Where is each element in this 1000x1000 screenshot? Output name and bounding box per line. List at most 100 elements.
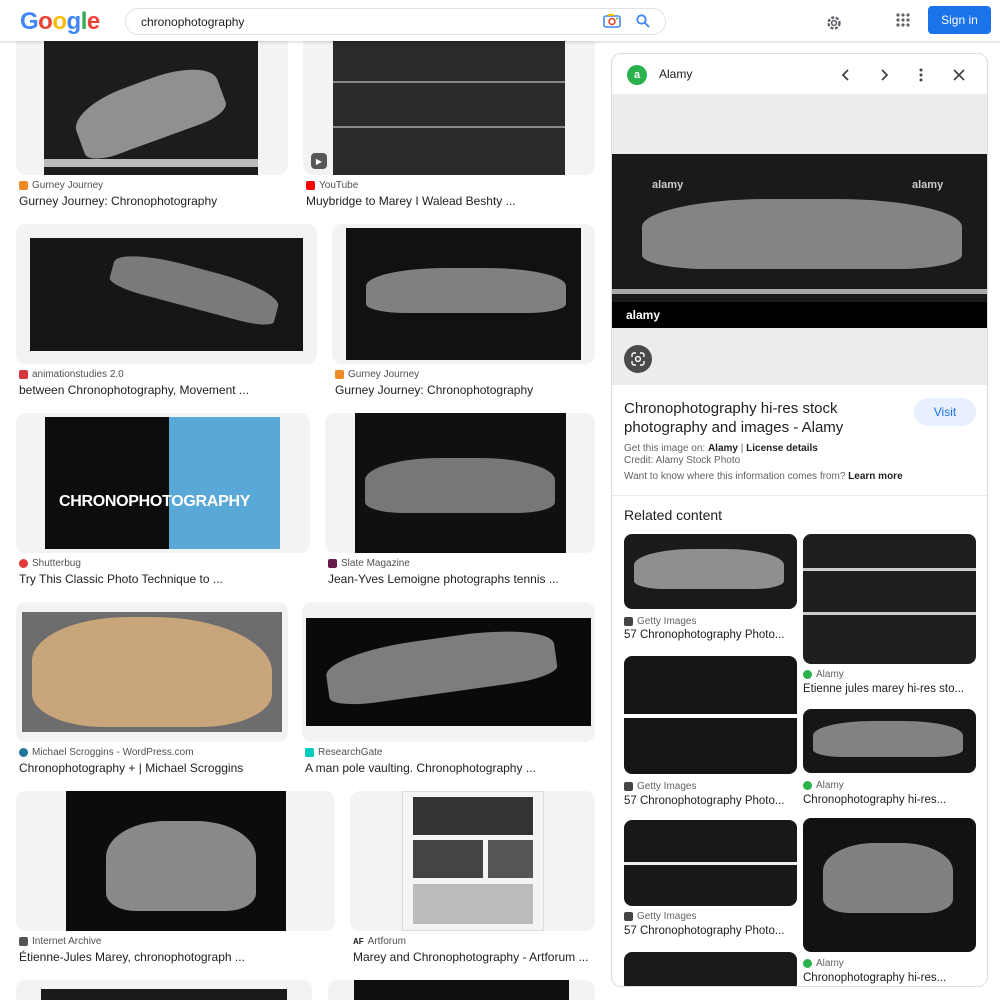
panel-site-name[interactable]: Alamy [659,67,692,81]
related-thumbnail[interactable] [803,709,976,773]
result-thumbnail[interactable] [16,224,317,364]
result-source[interactable]: Slate Magazine [328,558,410,569]
result-title[interactable]: Étienne-Jules Marey, chronophotograph ..… [19,950,245,964]
related-content-heading: Related content [624,507,723,523]
apps-grid-icon[interactable] [893,10,913,30]
related-item[interactable]: Getty Images 57 Chronophotography Photo.… [624,820,797,940]
result-card[interactable]: Michael Scroggins - WordPress.com Chrono… [16,602,288,777]
related-source: Getty Images [624,616,696,627]
related-thumbnail[interactable] [803,818,976,952]
result-card[interactable]: Gurney Journey Gurney Journey: Chronopho… [16,41,288,216]
related-source: Alamy [803,958,844,969]
result-title[interactable]: A man pole vaulting. Chronophotography .… [305,761,536,775]
visit-button[interactable]: Visit [914,398,976,426]
image-strip [413,884,533,924]
image-results-grid: Gurney Journey Gurney Journey: Chronopho… [0,41,600,1000]
result-thumbnail[interactable] [16,980,312,1000]
related-title[interactable]: Chronophotography hi-res... [803,794,976,806]
related-item[interactable]: Getty Images 57 Chronophotography Photo.… [624,656,797,807]
source-favicon-icon [335,370,344,379]
source-label: YouTube [319,180,359,191]
result-source[interactable]: Gurney Journey [335,369,419,380]
result-source[interactable]: YouTube [306,180,358,191]
image-figure [642,199,962,269]
result-thumbnail[interactable] [302,602,595,742]
search-input[interactable] [141,12,581,32]
more-options-icon[interactable] [910,64,932,86]
result-source[interactable]: animationstudies 2.0 [19,369,124,380]
result-image [306,618,591,726]
learn-more-link[interactable]: Learn more [848,471,902,482]
related-source: Getty Images [624,781,696,792]
result-card[interactable] [16,980,312,1000]
result-thumbnail[interactable]: ▶ [303,41,595,175]
result-source[interactable]: Internet Archive [19,936,101,947]
related-thumbnail[interactable] [624,656,797,774]
result-title[interactable]: Gurney Journey: Chronophotography [19,194,217,208]
result-thumbnail[interactable] [16,791,335,931]
related-item[interactable]: Alamy Chronophotography hi-res... [803,818,976,986]
lens-search-icon[interactable] [624,345,652,373]
related-thumbnail[interactable] [624,534,797,609]
previous-icon[interactable] [835,64,857,86]
get-image-site-link[interactable]: Alamy [708,443,738,454]
preview-image-area[interactable]: alamy alamy alamy [612,94,987,385]
close-icon[interactable] [948,64,970,86]
result-title[interactable]: Marey and Chronophotography - Artforum .… [353,950,588,964]
google-logo[interactable]: Google [20,8,100,36]
camera-search-icon[interactable] [602,11,622,31]
result-source[interactable]: Gurney Journey [19,180,103,191]
related-item[interactable]: Getty Images 57 Chronophotography Photo.… [624,534,797,644]
related-item[interactable]: Alamy Etienne jules marey hi-res sto... [803,534,976,699]
related-title[interactable]: 57 Chronophotography Photo... [624,629,797,641]
related-thumbnail[interactable] [624,952,797,986]
video-play-icon[interactable]: ▶ [311,153,327,169]
related-thumbnail[interactable] [624,820,797,906]
source-label: Shutterbug [32,558,81,569]
result-title[interactable]: Chronophotography + | Michael Scroggins [19,761,243,775]
result-source[interactable]: Shutterbug [19,558,81,569]
related-thumbnail[interactable] [803,534,976,664]
related-item[interactable]: Alamy Chronophotography hi-res... [803,709,976,809]
result-title[interactable]: Jean-Yves Lemoigne photographs tennis ..… [328,572,559,586]
related-title[interactable]: Chronophotography hi-res... [803,972,976,984]
result-thumbnail[interactable] [16,602,288,742]
related-title[interactable]: 57 Chronophotography Photo... [624,925,797,937]
result-card[interactable] [328,980,595,1000]
related-source-label: Getty Images [637,616,697,627]
result-card[interactable]: animationstudies 2.0 between Chronophoto… [16,224,317,399]
result-thumbnail[interactable] [350,791,595,931]
result-card[interactable]: Internet Archive Étienne-Jules Marey, ch… [16,791,335,966]
related-title[interactable]: Etienne jules marey hi-res sto... [803,683,976,695]
result-thumbnail[interactable] [328,980,595,1000]
result-card[interactable]: ▶ YouTube Muybridge to Marey I Walead Be… [303,41,595,216]
license-details-link[interactable]: License details [746,443,818,454]
result-title[interactable]: Try This Classic Photo Technique to ... [19,572,223,586]
panel-header: a Alamy [612,54,987,94]
gear-icon[interactable] [823,12,845,34]
result-card[interactable]: CHRONOPHOTOGRAPHY Shutterbug Try This Cl… [16,413,310,588]
source-label: Gurney Journey [32,180,104,191]
preview-title[interactable]: Chronophotography hi-res stock photograp… [624,399,884,437]
result-source[interactable]: AF Artforum [353,936,406,947]
sign-in-button[interactable]: Sign in [928,6,991,34]
result-card[interactable]: Slate Magazine Jean-Yves Lemoigne photog… [325,413,595,588]
result-card[interactable]: AF Artforum Marey and Chronophotography -… [350,791,595,966]
result-card[interactable]: ResearchGate A man pole vaulting. Chrono… [302,602,595,777]
result-source[interactable]: ResearchGate [305,747,382,758]
next-icon[interactable] [873,64,895,86]
result-thumbnail[interactable] [325,413,595,553]
result-card[interactable]: Gurney Journey Gurney Journey: Chronopho… [332,224,595,399]
search-icon[interactable] [633,11,653,31]
result-title[interactable]: Gurney Journey: Chronophotography [335,383,533,397]
result-source[interactable]: Michael Scroggins - WordPress.com [19,747,194,758]
related-item[interactable] [624,952,797,986]
result-image [402,791,544,931]
result-thumbnail[interactable] [332,224,595,364]
result-thumbnail[interactable]: CHRONOPHOTOGRAPHY [16,413,310,553]
result-title[interactable]: between Chronophotography, Movement ... [19,383,249,397]
result-thumbnail[interactable] [16,41,288,175]
result-title[interactable]: Muybridge to Marey I Walead Beshty ... [306,194,516,208]
related-title[interactable]: 57 Chronophotography Photo... [624,795,797,807]
get-image-line: Get this image on: Alamy | License detai… [624,443,818,454]
